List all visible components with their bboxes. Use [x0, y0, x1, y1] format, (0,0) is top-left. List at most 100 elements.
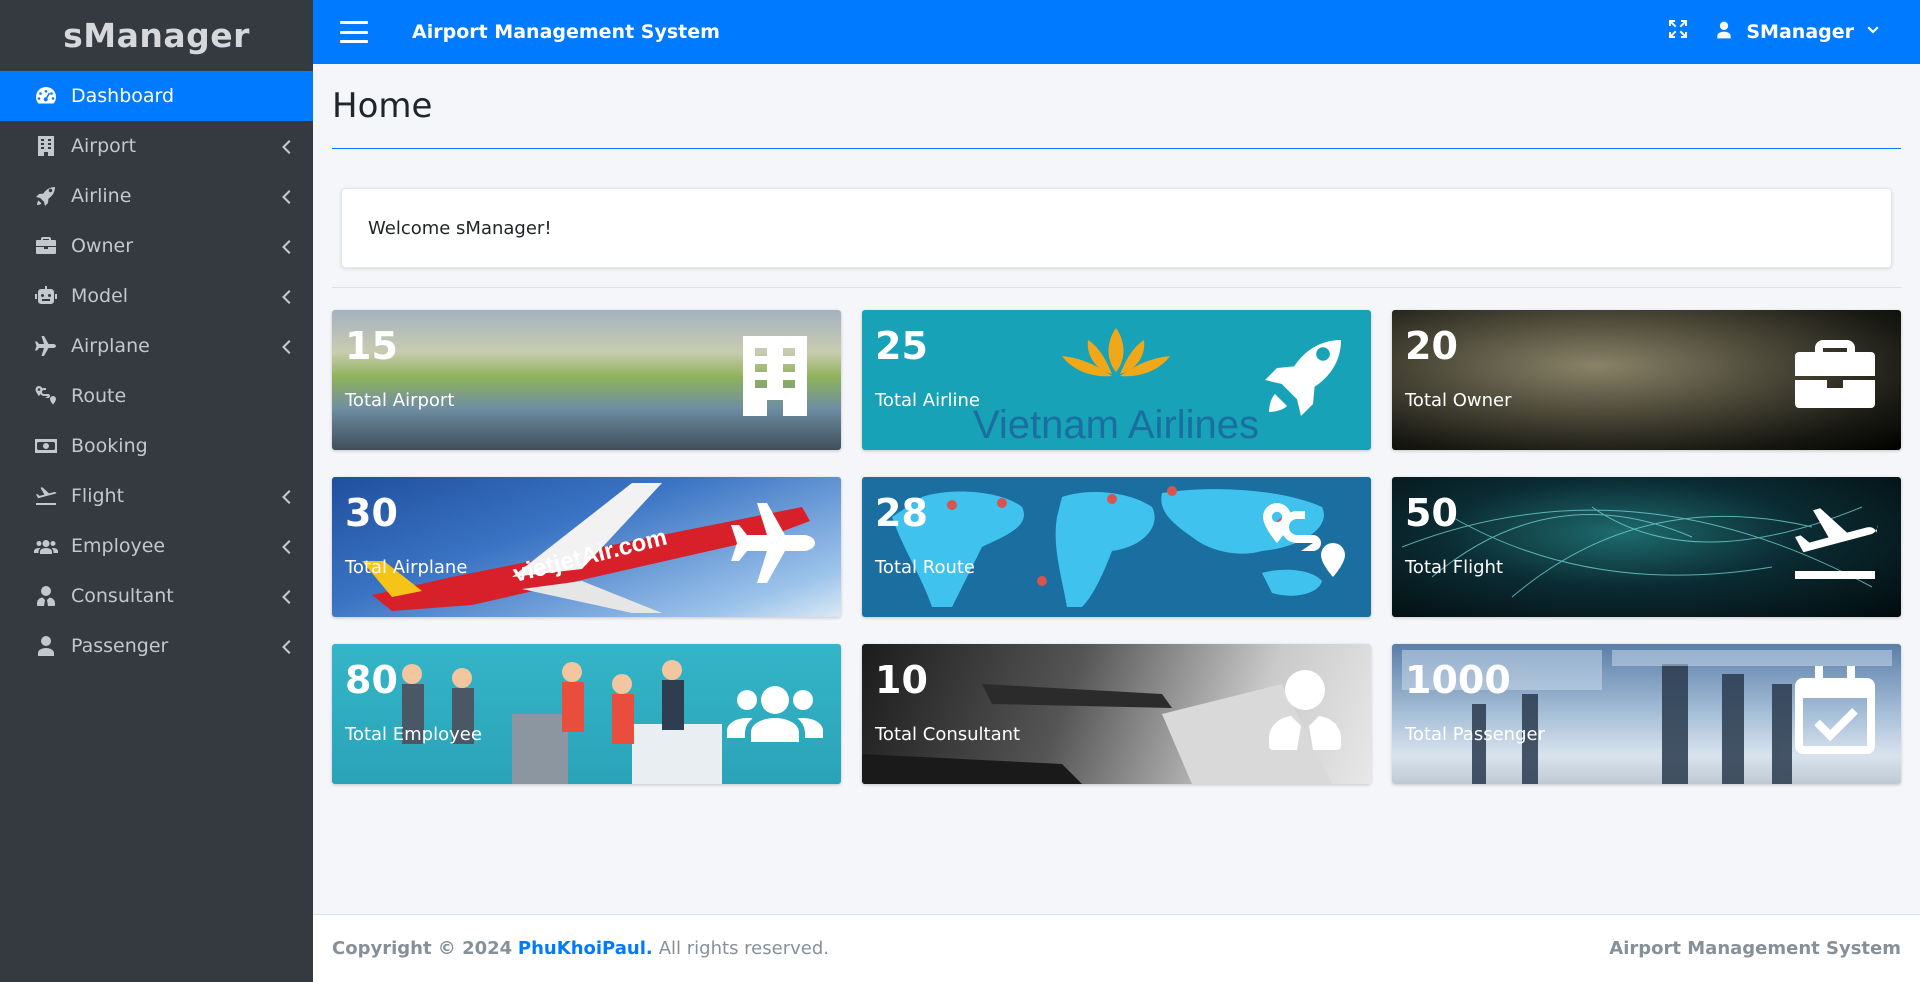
- stat-label: Total Owner: [1405, 390, 1512, 411]
- stat-label: Total Route: [875, 557, 976, 578]
- sidebar-item-consultant[interactable]: Consultant: [0, 571, 313, 621]
- building-icon: [727, 328, 823, 424]
- chevron-left-icon: [281, 288, 291, 304]
- welcome-card: Welcome sManager!: [341, 188, 1892, 268]
- stat-count: 50: [1405, 491, 1458, 535]
- stat-count: 25: [875, 324, 928, 368]
- plane-icon: [33, 334, 59, 358]
- stat-count: 80: [345, 658, 398, 702]
- stat-tile-airport[interactable]: 15 Total Airport: [332, 310, 841, 450]
- sidebar-item-label: Flight: [71, 485, 125, 507]
- author-link[interactable]: PhuKhoiPaul.: [518, 938, 653, 959]
- sidebar-item-flight[interactable]: Flight: [0, 471, 313, 521]
- user-name: SManager: [1746, 21, 1854, 43]
- stat-count: 15: [345, 324, 398, 368]
- sidebar-item-dashboard[interactable]: Dashboard: [0, 71, 313, 121]
- chevron-left-icon: [281, 338, 291, 354]
- sidebar-item-employee[interactable]: Employee: [0, 521, 313, 571]
- user-icon: [33, 634, 59, 658]
- sidebar-item-model[interactable]: Model: [0, 271, 313, 321]
- users-icon: [727, 662, 823, 758]
- robot-icon: [33, 284, 59, 308]
- sidebar-item-passenger[interactable]: Passenger: [0, 621, 313, 671]
- welcome-text: Welcome sManager!: [368, 217, 552, 239]
- sidebar-item-label: Airline: [71, 185, 132, 207]
- chevron-left-icon: [281, 238, 291, 254]
- section-divider: [332, 287, 1901, 288]
- stat-label: Total Passenger: [1405, 724, 1545, 745]
- stat-count: 30: [345, 491, 398, 535]
- sidebar-item-label: Booking: [71, 435, 148, 457]
- app-title: Airport Management System: [412, 21, 720, 43]
- stat-tile-route[interactable]: 28 Total Route: [862, 477, 1371, 617]
- sidebar-item-route[interactable]: Route: [0, 371, 313, 421]
- footer: Copyright © 2024 PhuKhoiPaul. All rights…: [313, 914, 1920, 982]
- sidebar-item-label: Dashboard: [71, 85, 175, 107]
- stat-label: Total Flight: [1405, 557, 1504, 578]
- sidebar-nav: Dashboard Airport Airline Owner Model Ai…: [0, 70, 313, 671]
- chevron-left-icon: [281, 638, 291, 654]
- top-navbar: Airport Management System SManager: [313, 0, 1920, 64]
- stat-count: 10: [875, 658, 928, 702]
- stat-tile-airline[interactable]: Vietnam Airlines 25 Total Airline: [862, 310, 1371, 450]
- sidebar-item-label: Airport: [71, 135, 137, 157]
- chevron-left-icon: [281, 138, 291, 154]
- rights-text: All rights reserved.: [658, 938, 829, 959]
- chevron-left-icon: [281, 488, 291, 504]
- sidebar-item-booking[interactable]: Booking: [0, 421, 313, 471]
- stat-tile-employee[interactable]: 80 Total Employee: [332, 644, 841, 784]
- stat-tile-flight[interactable]: 50 Total Flight: [1392, 477, 1901, 617]
- stat-tile-consultant[interactable]: 10 Total Consultant: [862, 644, 1371, 784]
- stats-grid: 15 Total Airport Vietnam Airlines 25 Tot…: [332, 310, 1901, 784]
- page-title: Home: [332, 86, 433, 126]
- route-icon: [1257, 495, 1353, 591]
- sidebar-item-label: Consultant: [71, 585, 174, 607]
- plane-departure-icon: [1787, 495, 1883, 591]
- brand-logo[interactable]: sManager: [0, 0, 313, 70]
- stat-label: Total Airplane: [345, 557, 468, 578]
- user-icon: [1714, 20, 1746, 45]
- chevron-left-icon: [281, 588, 291, 604]
- chevron-left-icon: [281, 538, 291, 554]
- calendar-check-icon: [1787, 662, 1883, 758]
- chevron-down-icon: [1854, 21, 1880, 43]
- stat-label: Total Employee: [345, 724, 482, 745]
- copyright-text: Copyright © 2024: [332, 938, 513, 959]
- user-tie-icon: [33, 584, 59, 608]
- users-icon: [33, 534, 59, 558]
- stat-label: Total Airline: [875, 390, 980, 411]
- sidebar-item-airport[interactable]: Airport: [0, 121, 313, 171]
- briefcase-icon: [33, 234, 59, 258]
- rocket-icon: [1257, 328, 1353, 424]
- stat-label: Total Consultant: [875, 724, 1021, 745]
- sidebar-item-label: Employee: [71, 535, 166, 557]
- plane-icon: [727, 495, 823, 591]
- stat-label: Total Airport: [345, 390, 455, 411]
- stat-count: 20: [1405, 324, 1458, 368]
- sidebar: sManager Dashboard Airport Airline Owner…: [0, 0, 313, 982]
- sidebar-item-label: Passenger: [71, 635, 169, 657]
- rocket-icon: [33, 184, 59, 208]
- sidebar-item-label: Route: [71, 385, 127, 407]
- stat-tile-owner[interactable]: 20 Total Owner: [1392, 310, 1901, 450]
- chevron-left-icon: [281, 188, 291, 204]
- money-bill-icon: [33, 434, 59, 458]
- stat-tile-passenger[interactable]: 1000 Total Passenger: [1392, 644, 1901, 784]
- stat-count: 1000: [1405, 658, 1511, 702]
- plane-departure-icon: [33, 484, 59, 508]
- fullscreen-expand-icon[interactable]: [1668, 19, 1692, 43]
- user-dropdown[interactable]: SManager: [1714, 0, 1880, 64]
- sidebar-item-label: Owner: [71, 235, 134, 257]
- sidebar-item-label: Airplane: [71, 335, 150, 357]
- route-icon: [33, 384, 59, 408]
- sidebar-item-airplane[interactable]: Airplane: [0, 321, 313, 371]
- stat-count: 28: [875, 491, 928, 535]
- sidebar-item-airline[interactable]: Airline: [0, 171, 313, 221]
- hamburger-menu-icon[interactable]: [340, 21, 368, 43]
- tachometer-icon: [33, 84, 59, 108]
- sidebar-item-owner[interactable]: Owner: [0, 221, 313, 271]
- sidebar-item-label: Model: [71, 285, 129, 307]
- user-tie-icon: [1257, 662, 1353, 758]
- briefcase-icon: [1787, 328, 1883, 424]
- stat-tile-airplane[interactable]: vietjetAir.com 30 Total Airplane: [332, 477, 841, 617]
